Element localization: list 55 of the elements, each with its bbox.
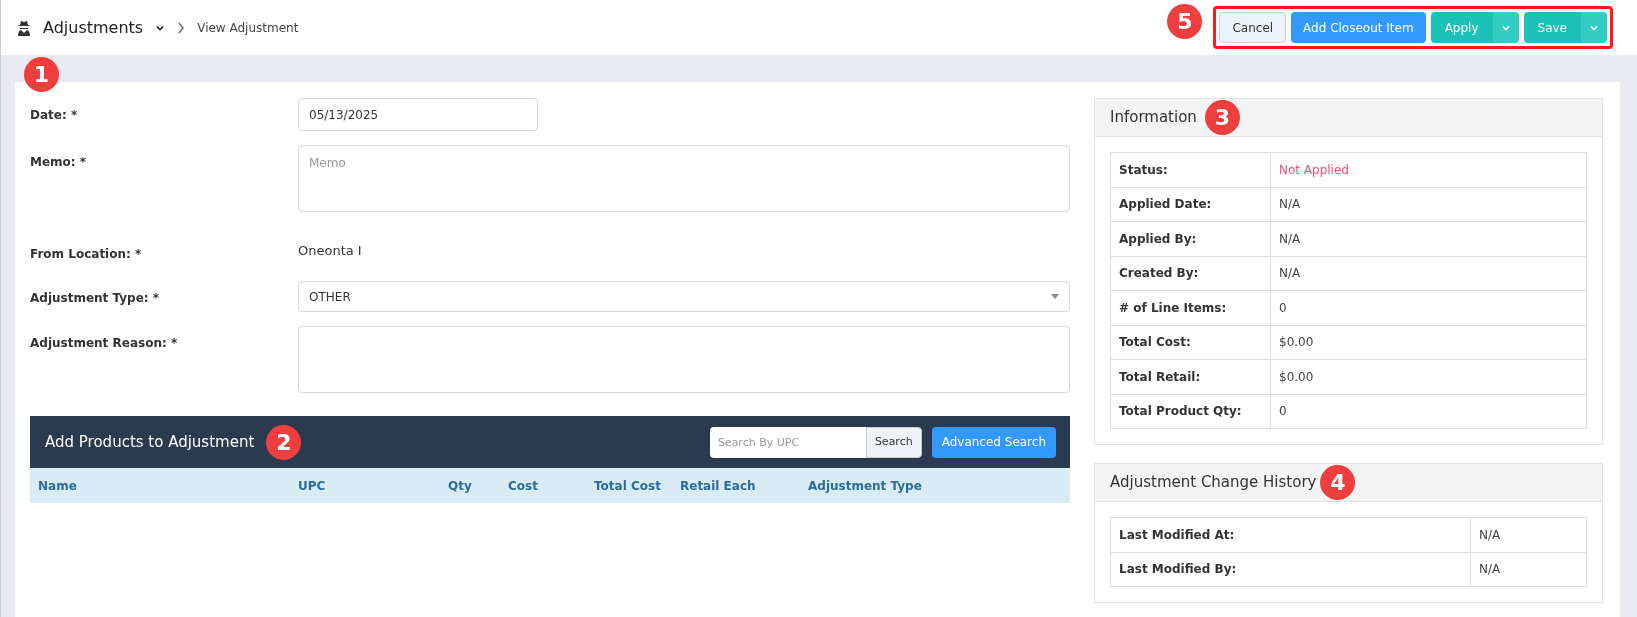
panel-title: Adjustment Change History	[1110, 472, 1317, 494]
table-cell: Total Product Qty:	[1110, 394, 1271, 429]
upc-search-field[interactable]: Search By UPC	[709, 426, 866, 458]
table-cell: Created By:	[1110, 256, 1271, 291]
table-cell: Status:	[1110, 152, 1271, 187]
table-cell: Last Modified By:	[1110, 552, 1471, 587]
select-field[interactable]: OTHER	[298, 281, 1070, 312]
action-button[interactable]: Cancel	[1219, 12, 1287, 43]
table-cell: N/A	[1270, 221, 1587, 256]
column-header: Retail Each	[680, 477, 757, 495]
date-field[interactable]: 05/13/2025	[298, 98, 538, 131]
text-area-field[interactable]	[298, 326, 1070, 393]
table-cell: 0	[1270, 394, 1587, 429]
table-cell: 0	[1270, 290, 1587, 325]
chevron-right-icon	[177, 21, 186, 34]
table-cell: Total Cost:	[1110, 325, 1271, 360]
table-cell: $0.00	[1270, 359, 1587, 394]
field-label: From Location: *	[30, 246, 143, 263]
breadcrumb-link[interactable]: View Adjustment	[197, 18, 299, 37]
table-cell: # of Line Items:	[1110, 290, 1271, 325]
field-label: Memo: *	[30, 154, 88, 171]
callout-badge: 4	[1320, 465, 1356, 500]
column-header: Name	[38, 477, 78, 495]
field-label: Date: *	[30, 107, 79, 124]
column-header: Total Cost	[594, 477, 662, 495]
column-header: Cost	[508, 477, 539, 495]
field-label: Adjustment Type: *	[30, 290, 161, 307]
search-button[interactable]: Search	[865, 426, 922, 458]
table-cell: N/A	[1470, 552, 1587, 587]
table-cell: Applied Date:	[1110, 187, 1271, 222]
dropdown-toggle-button[interactable]	[1492, 12, 1519, 43]
spy-icon	[17, 19, 31, 36]
table-cell: Total Retail:	[1110, 359, 1271, 394]
column-header: Qty	[448, 477, 473, 495]
callout-badge: 2	[266, 424, 302, 460]
column-header: Adjustment Type	[808, 477, 923, 495]
dropdown-toggle-button[interactable]	[1581, 12, 1607, 43]
table-cell: Applied By:	[1110, 221, 1271, 256]
table-cell: N/A	[1270, 187, 1587, 222]
callout-badge: 1	[24, 57, 59, 92]
panel-title: Information	[1110, 107, 1197, 129]
panel-title: Add Products to Adjustment	[45, 431, 255, 453]
field-label: Adjustment Reason: *	[30, 335, 179, 352]
table-cell: N/A	[1470, 517, 1587, 552]
page-title: Adjustments	[43, 16, 144, 39]
callout-badge: 5	[1167, 4, 1203, 39]
callout-badge: 3	[1204, 100, 1240, 135]
table-cell: Last Modified At:	[1110, 517, 1471, 552]
column-header: UPC	[298, 477, 327, 495]
text-area-field[interactable]: Memo	[298, 145, 1070, 212]
field-value: Oneonta I	[298, 243, 362, 258]
dropdown-triangle-icon	[1051, 294, 1059, 299]
table-cell: $0.00	[1270, 325, 1587, 360]
table-cell: Not Applied	[1270, 152, 1587, 187]
table-cell: N/A	[1270, 256, 1587, 291]
